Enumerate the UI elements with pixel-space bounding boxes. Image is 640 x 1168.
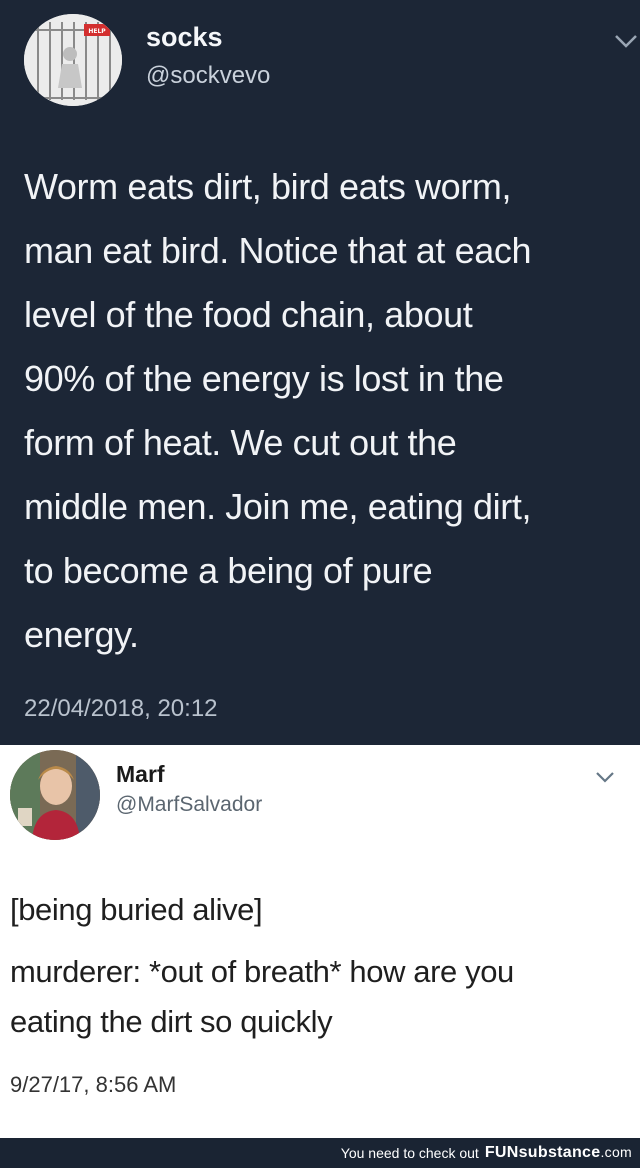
tweet-text-line: eating the dirt so quickly: [10, 1004, 333, 1039]
help-sign-text: HELP: [88, 28, 106, 35]
tweet-timestamp[interactable]: 9/27/17, 8:56 AM: [10, 1072, 176, 1098]
tweet-text: [being buried alive] murderer: *out of b…: [10, 885, 630, 1059]
chevron-down-icon[interactable]: [593, 768, 617, 786]
watermark-bar: You need to check out FUNsubstance.com: [0, 1138, 640, 1168]
tweet-text-line: Worm eats dirt, bird eats worm,: [24, 166, 512, 207]
tweet-timestamp[interactable]: 22/04/2018, 20:12: [24, 695, 218, 723]
meme-page: HELP socks @sockvevo Worm eats dirt, bir…: [0, 0, 640, 1168]
logo-fun: FUN: [484, 1144, 519, 1161]
logo-substance: substance: [518, 1144, 601, 1161]
tweet-socks: HELP socks @sockvevo Worm eats dirt, bir…: [0, 0, 640, 745]
avatar[interactable]: HELP: [24, 14, 122, 106]
tweet-text-line: man eat bird. Notice that at each: [24, 230, 532, 271]
author-name[interactable]: socks: [146, 22, 223, 53]
site-logo[interactable]: FUNsubstance.com: [485, 1144, 632, 1162]
tweet-text-line: to become a being of pure: [24, 550, 433, 591]
tweet-paragraph: [being buried alive]: [10, 892, 263, 927]
tweet-text-line: energy.: [24, 614, 139, 655]
author-handle[interactable]: @sockvevo: [146, 62, 270, 90]
author-name[interactable]: Marf: [116, 761, 165, 788]
tweet-text-line: level of the food chain, about: [24, 294, 473, 335]
author-handle[interactable]: @MarfSalvador: [116, 793, 262, 817]
watermark-text: You need to check out: [340, 1145, 479, 1161]
tweet-text-line: middle men. Join me, eating dirt,: [24, 486, 532, 527]
profile-photo-icon: [10, 750, 100, 840]
caged-figure-icon: HELP: [24, 14, 122, 106]
tweet-text-line: form of heat. We cut out the: [24, 422, 457, 463]
tweet-paragraph: murderer: *out of breath* how are you ea…: [10, 947, 630, 1047]
avatar[interactable]: [10, 750, 100, 840]
tweet-text-line: 90% of the energy is lost in the: [24, 358, 504, 399]
tweet-text: Worm eats dirt, bird eats worm, man eat …: [24, 155, 624, 667]
tweet-text-line: murderer: *out of breath* how are you: [10, 954, 514, 989]
chevron-down-icon[interactable]: [612, 30, 640, 52]
tweet-marf: Marf @MarfSalvador [being buried alive] …: [0, 745, 640, 1138]
logo-domain: .com: [600, 1144, 632, 1160]
